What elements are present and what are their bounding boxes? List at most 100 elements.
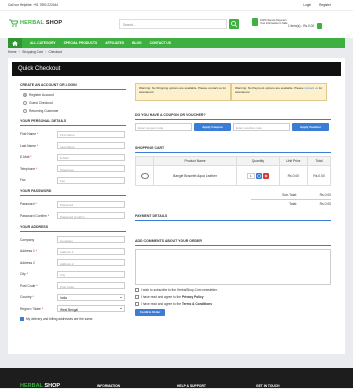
footer-contact-heading: Get in Touch bbox=[256, 384, 280, 388]
search-input[interactable]: Search... bbox=[119, 19, 227, 29]
form-row: Password * Password bbox=[20, 199, 126, 209]
shield-icon bbox=[252, 18, 258, 26]
post-code-field[interactable]: Post Code bbox=[57, 282, 125, 289]
unit-price: Rs.0.00 bbox=[278, 165, 309, 186]
region-row: Region / State * West Bengal bbox=[20, 304, 126, 314]
search-button[interactable] bbox=[229, 19, 239, 29]
privacy-policy-link[interactable]: Privacy Policy bbox=[182, 295, 204, 299]
refresh-icon bbox=[257, 173, 261, 178]
telephone-field[interactable]: Telephone bbox=[57, 165, 125, 172]
first-name-field[interactable]: First Name bbox=[57, 130, 125, 138]
footer-logo-right: SHOP bbox=[44, 383, 61, 389]
nav-contact-us[interactable]: Contact Us bbox=[150, 41, 171, 45]
register-link[interactable]: Register bbox=[319, 3, 331, 7]
company-field[interactable]: Company bbox=[57, 236, 125, 243]
apply-coupon-button[interactable]: Apply Coupon bbox=[194, 123, 231, 131]
city-field[interactable]: City bbox=[57, 270, 125, 278]
product-name[interactable]: Bangle Bracelet Aqua Leather bbox=[152, 165, 238, 186]
password-fields: Password * Password Password Confirm * Pass… bbox=[20, 199, 126, 221]
terms-link[interactable]: Terms & Conditions bbox=[182, 302, 212, 306]
fax-field[interactable]: Fax bbox=[57, 176, 125, 184]
password-confirm-field[interactable]: Password Confirm bbox=[57, 212, 125, 219]
main-nav: All Category Special Products Affiliates… bbox=[8, 38, 345, 48]
cart-table: Product Name Quantity Unit Price Total B… bbox=[135, 156, 331, 186]
breadcrumb-checkout[interactable]: Checkout bbox=[48, 50, 61, 54]
product-image-cell bbox=[135, 165, 154, 186]
field-label: Last Name bbox=[20, 143, 36, 148]
field-label: Password Confirm bbox=[20, 213, 47, 218]
header-cart[interactable]: 1 item(s) - Rs.0.00 bbox=[288, 23, 323, 29]
nav-blog[interactable]: Blog bbox=[132, 41, 142, 45]
secure-line-2: Your information is Safe bbox=[260, 22, 288, 25]
breadcrumb-home[interactable]: Home bbox=[8, 50, 17, 54]
nav-affiliates[interactable]: Affiliates bbox=[105, 41, 124, 45]
region-label: Region / State bbox=[20, 306, 41, 311]
cart-summary: 1 item(s) - Rs.0.00 bbox=[288, 23, 315, 28]
personal-section-title: Your Personal Details bbox=[20, 119, 126, 126]
radio-register[interactable]: Register Account bbox=[23, 93, 126, 97]
password-section-title: Your Password bbox=[20, 189, 126, 196]
form-row: First Name * First Name bbox=[20, 129, 126, 139]
contact-us-link[interactable]: contact us bbox=[304, 86, 318, 90]
confirm-order-button[interactable]: Confirm Order bbox=[135, 309, 165, 316]
cart-header-qty: Quantity bbox=[236, 156, 280, 166]
total-label: Total: bbox=[289, 202, 297, 206]
terms-checkbox[interactable]: I have read and agree to the Terms & Con… bbox=[135, 302, 331, 306]
quantity-input[interactable]: 1 bbox=[246, 172, 255, 179]
nav-all-category[interactable]: All Category bbox=[30, 41, 56, 45]
required-marker: * bbox=[46, 213, 50, 218]
form-row: Post Code * Post Code bbox=[20, 281, 126, 291]
last-name-field[interactable]: Last Name bbox=[57, 142, 125, 149]
form-row: Company Company bbox=[20, 235, 126, 245]
apply-voucher-button[interactable]: Apply Voucher bbox=[292, 123, 329, 131]
radio-guest[interactable]: Guest Checkout bbox=[23, 101, 126, 105]
coupon-section-title: Do you have a coupon or voucher? bbox=[135, 113, 331, 120]
breadcrumb: Home» Shopping Cart» Checkout bbox=[8, 50, 62, 54]
required-marker: * bbox=[35, 143, 39, 148]
form-row: Fax Fax bbox=[20, 175, 126, 185]
search-icon bbox=[231, 21, 238, 28]
password-field[interactable]: Password bbox=[57, 200, 125, 208]
logo[interactable]: HERBAL SHOP bbox=[9, 19, 62, 27]
same-address-checkbox[interactable]: My delivery and billing addresses are th… bbox=[20, 316, 126, 321]
product-thumbnail[interactable] bbox=[140, 172, 149, 179]
radio-dot bbox=[23, 93, 27, 97]
address-2-field[interactable]: Address 2 bbox=[57, 259, 125, 266]
table-row: Bangle Bracelet Aqua Leather 1 Rs.0.00 R… bbox=[135, 165, 331, 186]
cart-totals: Sub-Total: Rs.0.00 Total: Rs.0.00 bbox=[135, 191, 331, 208]
personal-fields: First Name * First Name Last Name * Last Na… bbox=[20, 129, 126, 185]
address-1-field[interactable]: Address 1 bbox=[57, 247, 125, 255]
line-total: Rs.0.00 bbox=[307, 165, 331, 186]
field-label: Address 1 bbox=[20, 249, 35, 253]
comment-textarea[interactable] bbox=[135, 249, 331, 285]
newsletter-checkbox[interactable]: I wish to subscribe to the HerbalShop.Co… bbox=[135, 288, 331, 292]
region-select[interactable]: West Bengal bbox=[57, 305, 125, 312]
login-link[interactable]: Login bbox=[303, 3, 311, 7]
refresh-button[interactable] bbox=[255, 172, 262, 179]
footer-help-heading: Help & Support bbox=[177, 384, 206, 388]
privacy-checkbox[interactable]: I have read and agree to the Privacy Pol… bbox=[135, 295, 331, 299]
form-row: City * City bbox=[20, 269, 126, 279]
footer-logo-left: HERBAL bbox=[20, 383, 43, 389]
nav-special-products[interactable]: Special Products bbox=[64, 41, 98, 45]
cart-header-product: Product Name bbox=[152, 156, 238, 166]
remove-button[interactable] bbox=[262, 172, 269, 179]
cart-header-total: Total bbox=[307, 156, 331, 166]
comments-section: Add Comments About Your Order I wish to … bbox=[135, 239, 331, 316]
quantity-cell: 1 bbox=[236, 165, 280, 186]
total-value: Rs.0.00 bbox=[319, 202, 331, 206]
country-select[interactable]: India bbox=[57, 293, 125, 301]
nav-home-button[interactable] bbox=[8, 38, 22, 48]
cart-header-row: Product Name Quantity Unit Price Total bbox=[135, 156, 331, 166]
radio-returning[interactable]: Returning Customer bbox=[23, 109, 126, 113]
helpline-text: Call our Helpline: +91 7890 222444 bbox=[8, 3, 59, 7]
voucher-input[interactable]: Enter voucher code bbox=[233, 123, 290, 131]
breadcrumb-cart[interactable]: Shopping Cart bbox=[22, 50, 42, 54]
field-label: Address 2 bbox=[20, 260, 35, 265]
coupon-input[interactable]: Enter coupon code bbox=[135, 123, 192, 131]
radio-label: Guest Checkout bbox=[29, 101, 53, 105]
footer-logo[interactable]: HERBAL SHOP bbox=[20, 383, 60, 389]
secure-payment-badge: 100% Secure Payment Your information is S… bbox=[252, 18, 287, 26]
privacy-label: I have read and agree to the Privacy Pol… bbox=[141, 295, 204, 299]
e-mail-field[interactable]: E-Mail bbox=[57, 153, 125, 161]
